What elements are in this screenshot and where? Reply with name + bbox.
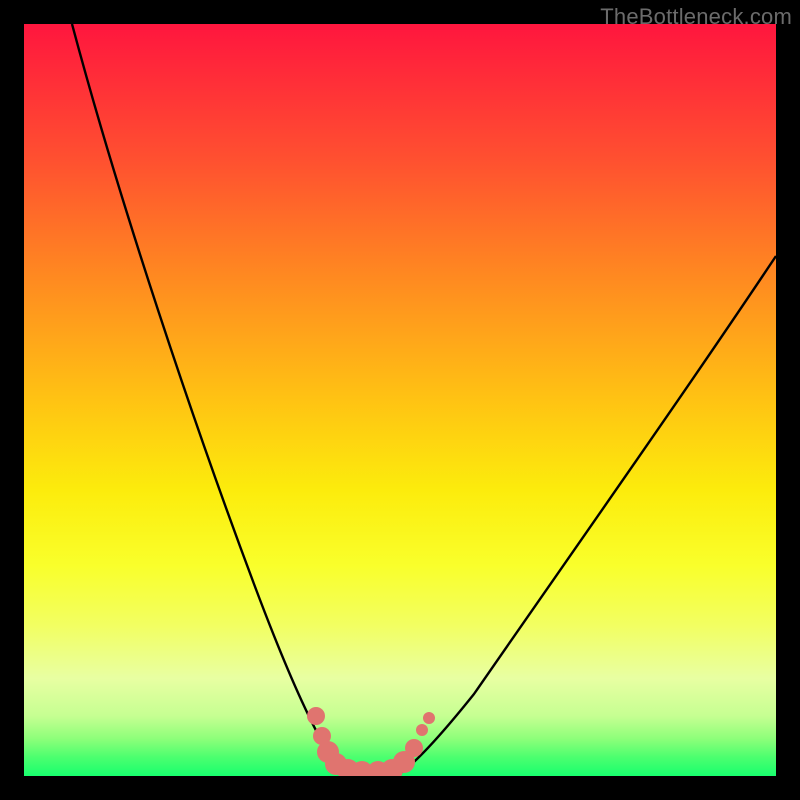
plot-area	[24, 24, 776, 776]
marker-point	[307, 707, 325, 725]
marker-point	[423, 712, 435, 724]
pink-marker-group	[307, 707, 435, 776]
marker-point	[416, 724, 428, 736]
curve-left	[72, 24, 342, 776]
watermark-text: TheBottleneck.com	[600, 4, 792, 30]
marker-point	[405, 739, 423, 757]
chart-frame: TheBottleneck.com	[0, 0, 800, 800]
curve-canvas	[24, 24, 776, 776]
curve-right	[396, 256, 776, 776]
